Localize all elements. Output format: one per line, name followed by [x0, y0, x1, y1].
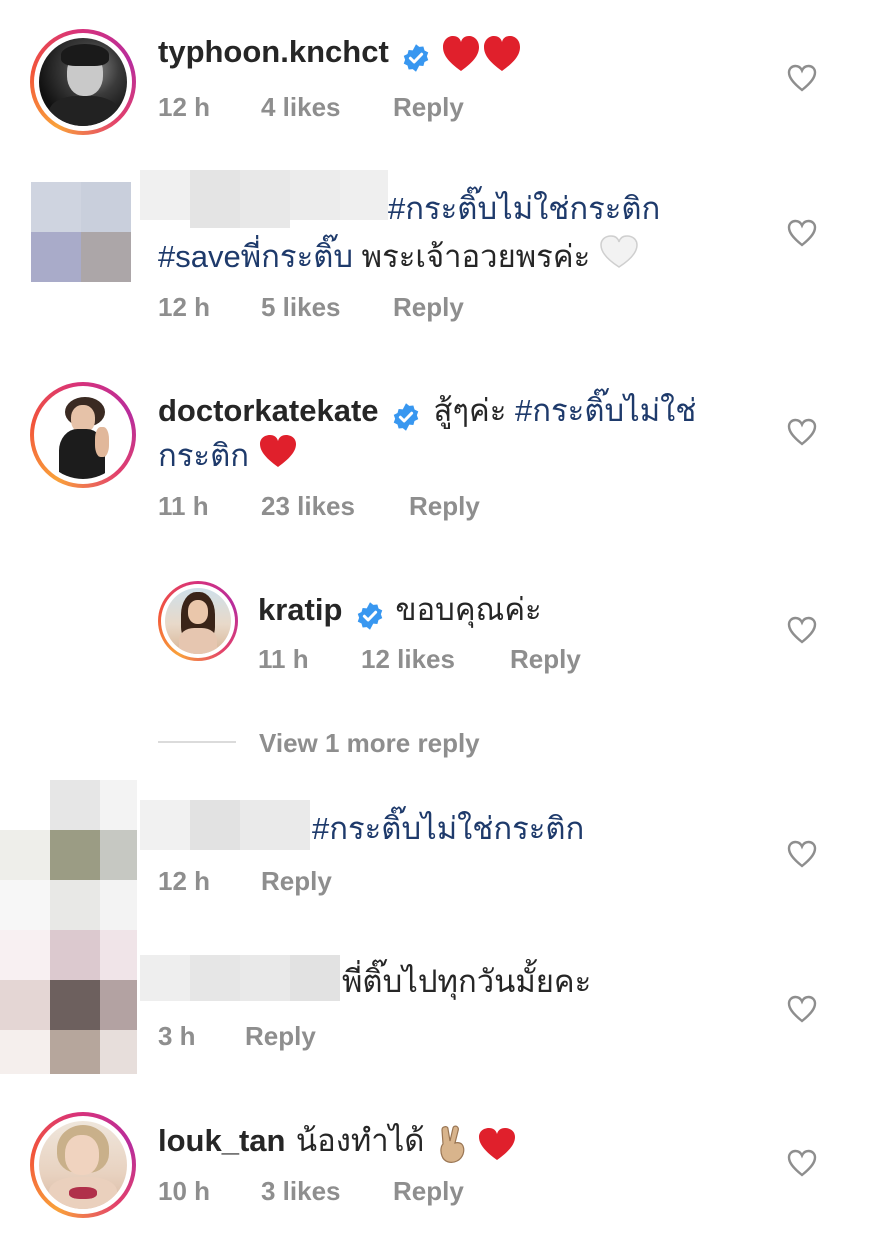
heart-emoji	[258, 433, 298, 483]
avatar[interactable]	[30, 29, 136, 135]
comment-username[interactable]: typhoon.knchct	[158, 34, 389, 69]
avatar[interactable]	[30, 1112, 136, 1218]
avatar[interactable]	[30, 382, 136, 488]
white-heart-emoji	[599, 234, 639, 284]
comment-time: 12 h	[158, 292, 211, 322]
comment-username[interactable]: kratip	[258, 592, 342, 627]
username-pixelated[interactable]	[140, 170, 388, 228]
comment-username[interactable]: doctorkatekate	[158, 393, 379, 428]
comment-text: #กระติ๊บไม่ใช่กระติก	[388, 191, 661, 226]
view-more-replies-button[interactable]: View 1 more reply	[259, 728, 480, 759]
reply-button[interactable]: Reply	[245, 1021, 316, 1052]
verified-badge-icon	[403, 44, 429, 72]
comment-likes[interactable]: 3 likes	[261, 1176, 341, 1207]
like-heart-icon[interactable]	[787, 219, 817, 247]
comment-time: 10 h	[158, 1176, 211, 1206]
avatar-pixelated[interactable]	[0, 930, 137, 1074]
view-more-divider	[158, 741, 236, 743]
reply-button[interactable]: Reply	[510, 644, 581, 675]
like-heart-icon[interactable]	[787, 64, 817, 92]
heart-emoji	[442, 35, 522, 80]
reply-button[interactable]: Reply	[393, 92, 464, 123]
avatar-pixelated[interactable]	[31, 182, 131, 282]
avatar[interactable]	[158, 581, 238, 661]
comment-likes[interactable]: 5 likes	[261, 292, 341, 323]
comment-username[interactable]: louk_tan	[158, 1123, 285, 1158]
reply-button[interactable]: Reply	[409, 491, 480, 522]
comment-time: 12 h	[158, 866, 211, 896]
hashtag-link[interactable]: #กระติ๊บไม่ใช่	[515, 393, 696, 428]
like-heart-icon[interactable]	[787, 1149, 817, 1177]
comment-time: 3 h	[158, 1021, 196, 1051]
like-heart-icon[interactable]	[787, 840, 817, 868]
comment-text: พี่ติ๊บไปทุกวันมั้ยคะ	[342, 964, 592, 999]
comment-text: ขอบคุณค่ะ	[395, 592, 542, 627]
comment-likes[interactable]: 12 likes	[361, 644, 455, 675]
username-pixelated[interactable]	[140, 955, 340, 1001]
comment-likes[interactable]: 4 likes	[261, 92, 341, 123]
comment-text: #กระติ๊บไม่ใช่กระติก	[312, 811, 585, 846]
username-pixelated[interactable]	[140, 800, 310, 850]
avatar-pixelated[interactable]	[0, 780, 137, 930]
comment-text: สู้ๆค่ะ	[433, 393, 516, 428]
comment-text: พระเจ้าอวยพรค่ะ	[353, 239, 591, 274]
victory-hand-emoji	[435, 1124, 471, 1169]
hashtag-link[interactable]: #saveพี่กระติ๊บ	[158, 239, 353, 274]
like-heart-icon[interactable]	[787, 995, 817, 1023]
comment-text: น้องทำได้	[295, 1123, 425, 1158]
reply-button[interactable]: Reply	[261, 866, 332, 897]
comment-time: 11 h	[158, 491, 209, 521]
verified-badge-icon	[357, 602, 383, 630]
like-heart-icon[interactable]	[787, 616, 817, 644]
reply-button[interactable]: Reply	[393, 292, 464, 323]
heart-emoji	[477, 1126, 517, 1167]
hashtag-link[interactable]: กระติก	[158, 438, 249, 473]
comment-time: 12 h	[158, 92, 211, 122]
comment-time: 11 h	[258, 644, 309, 674]
reply-button[interactable]: Reply	[393, 1176, 464, 1207]
like-heart-icon[interactable]	[787, 418, 817, 446]
comment-likes[interactable]: 23 likes	[261, 491, 355, 522]
verified-badge-icon	[393, 403, 419, 431]
